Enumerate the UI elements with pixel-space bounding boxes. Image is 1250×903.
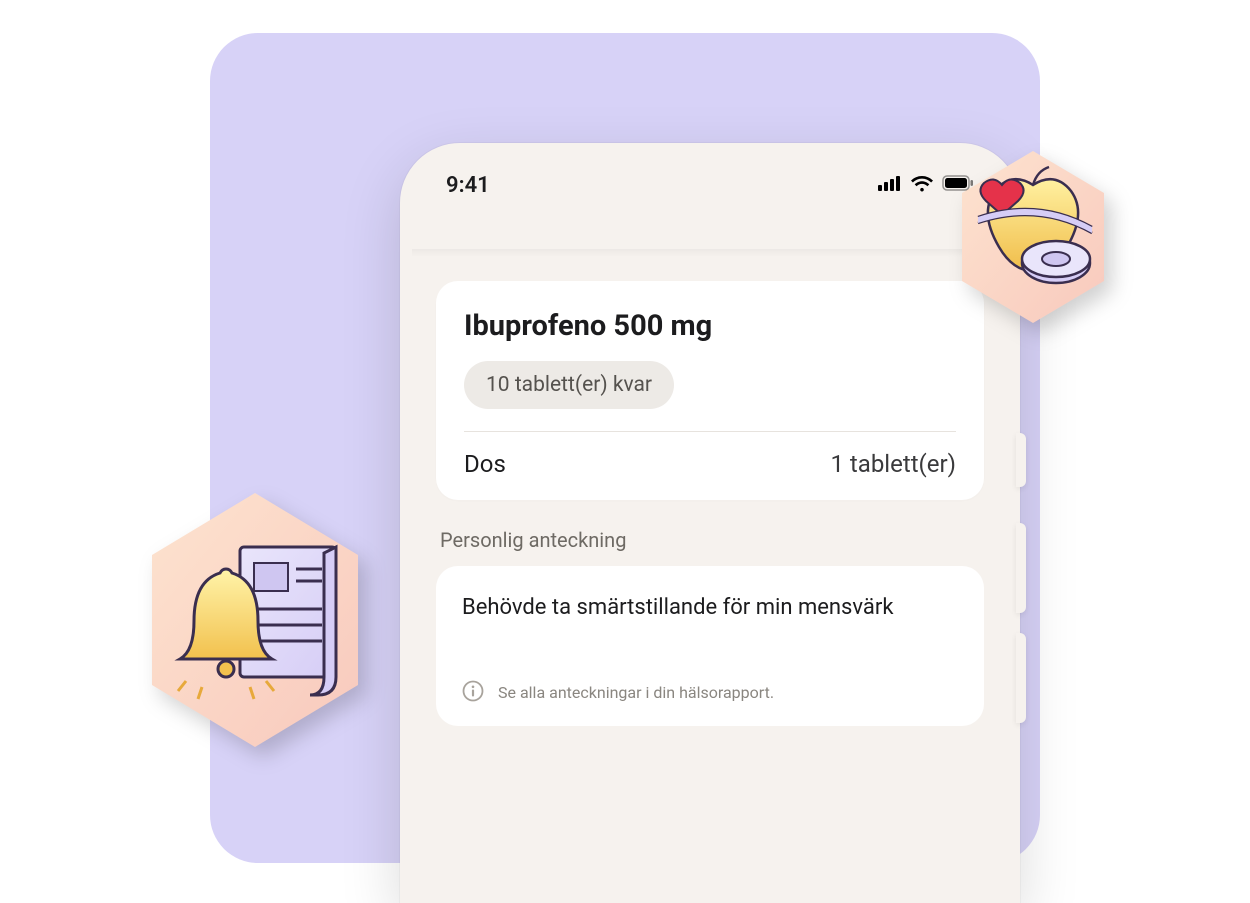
dose-row: Dos 1 tablett(er) xyxy=(464,450,956,478)
dose-value: 1 tablett(er) xyxy=(830,450,956,478)
cellular-icon xyxy=(878,175,902,195)
remaining-pill: 10 tablett(er) kvar xyxy=(464,361,674,409)
status-time: 9:41 xyxy=(446,173,490,198)
info-icon xyxy=(462,680,484,706)
medication-card[interactable]: Ibuprofeno 500 mg 10 tablett(er) kvar Do… xyxy=(436,281,984,500)
note-text: Behövde ta smärtstillande för min mensvä… xyxy=(462,592,958,624)
status-bar: 9:41 xyxy=(412,155,1008,215)
note-footer: Se alla anteckningar i din hälsorapport. xyxy=(462,680,958,706)
wifi-icon xyxy=(910,174,934,196)
card-divider xyxy=(464,431,956,432)
battery-icon xyxy=(942,175,974,195)
note-footer-text: Se alla anteckningar i din hälsorapport. xyxy=(498,683,774,702)
note-card[interactable]: Behövde ta smärtstillande för min mensvä… xyxy=(436,566,984,726)
phone-frame: 9:41 Ibuprofeno 500 mg 10 tablett(er) kv… xyxy=(400,143,1020,903)
dose-label: Dos xyxy=(464,450,506,478)
medication-name: Ibuprofeno 500 mg xyxy=(464,309,956,343)
note-section-label: Personlig anteckning xyxy=(440,528,980,552)
status-icons xyxy=(878,174,974,196)
reminder-badge-icon xyxy=(130,485,380,755)
header-divider xyxy=(412,249,1008,257)
